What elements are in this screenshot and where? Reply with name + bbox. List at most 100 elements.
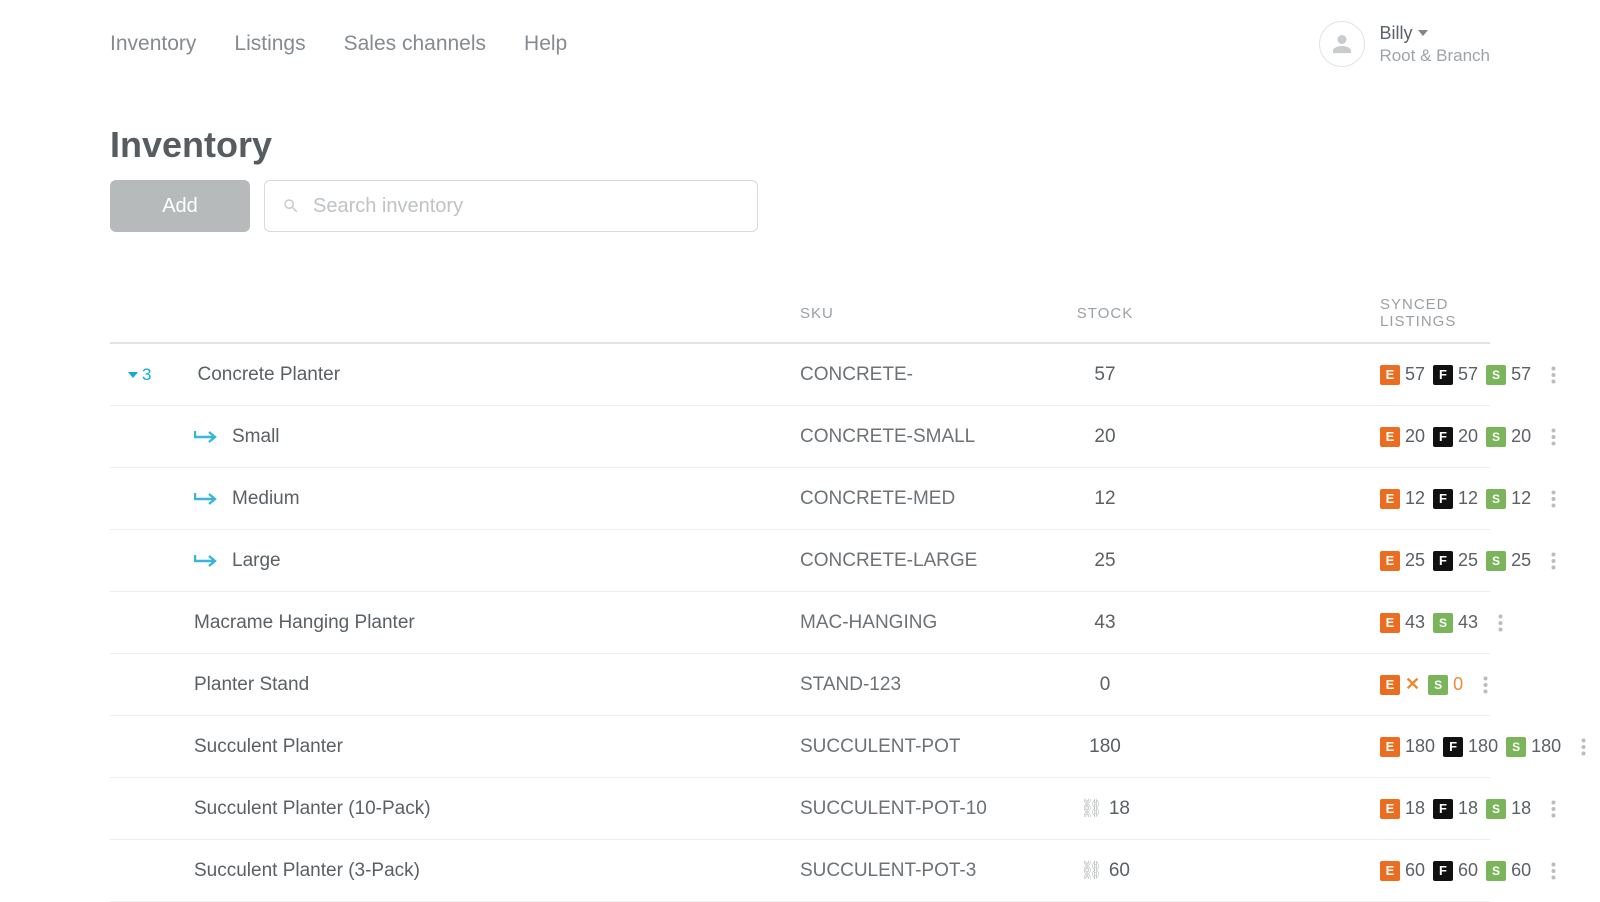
etsy-icon: E (1380, 427, 1400, 447)
channel-value: 20 (1458, 426, 1478, 447)
item-stock: 57 (1050, 364, 1160, 386)
channel-etsy[interactable]: E60 (1380, 860, 1425, 881)
item-name: Succulent Planter (194, 736, 343, 758)
channel-value: 180 (1531, 736, 1561, 757)
user-menu[interactable]: Billy Root & Branch (1319, 21, 1490, 67)
channel-shopify[interactable]: S20 (1486, 426, 1531, 447)
channel-value: 12 (1405, 488, 1425, 509)
channel-f[interactable]: F180 (1443, 736, 1498, 757)
synced-listings: E60F60S60 (1380, 860, 1531, 881)
channel-shopify[interactable]: S57 (1486, 364, 1531, 385)
add-button[interactable]: Add (110, 180, 250, 232)
shopify-icon: S (1486, 427, 1506, 447)
table-row[interactable]: Succulent Planter (10-Pack)SUCCULENT-POT… (110, 778, 1490, 840)
item-stock: ⛓18 (1050, 798, 1160, 820)
nav-inventory[interactable]: Inventory (110, 32, 196, 56)
top-nav: Inventory Listings Sales channels Help B… (110, 0, 1490, 70)
channel-value: 20 (1405, 426, 1425, 447)
etsy-icon: E (1380, 613, 1400, 633)
channel-etsy[interactable]: E20 (1380, 426, 1425, 447)
row-actions-menu[interactable] (1571, 735, 1595, 759)
row-actions-menu[interactable] (1473, 673, 1497, 697)
channel-etsy[interactable]: E180 (1380, 736, 1435, 757)
channel-f[interactable]: F18 (1433, 798, 1478, 819)
item-sku: MAC-HANGING (800, 612, 1050, 634)
channel-value: 57 (1511, 364, 1531, 385)
channel-etsy[interactable]: E✕ (1380, 674, 1420, 695)
table-row[interactable]: LargeCONCRETE-LARGE25E25F25S25 (110, 530, 1490, 592)
channel-shopify[interactable]: S180 (1506, 736, 1561, 757)
channel-value: 60 (1405, 860, 1425, 881)
channel-f[interactable]: F57 (1433, 364, 1478, 385)
expand-toggle[interactable]: 3 (128, 365, 151, 385)
item-name: Planter Stand (194, 674, 309, 696)
etsy-icon: E (1380, 365, 1400, 385)
item-stock: 25 (1050, 550, 1160, 572)
channel-value: 12 (1511, 488, 1531, 509)
shopify-icon: S (1428, 675, 1448, 695)
synced-listings: E25F25S25 (1380, 550, 1531, 571)
table-row[interactable]: Planter StandSTAND-1230E✕S0 (110, 654, 1490, 716)
table-row[interactable]: Macrame Hanging PlanterMAC-HANGING43E43S… (110, 592, 1490, 654)
item-name: Succulent Planter (3-Pack) (194, 860, 420, 882)
f-icon: F (1433, 551, 1453, 571)
channel-shopify[interactable]: S25 (1486, 550, 1531, 571)
channel-shopify[interactable]: S0 (1428, 674, 1463, 695)
item-stock: 20 (1050, 426, 1160, 448)
item-stock: 12 (1050, 488, 1160, 510)
channel-value: 25 (1458, 550, 1478, 571)
channel-etsy[interactable]: E12 (1380, 488, 1425, 509)
nav-items: Inventory Listings Sales channels Help (110, 32, 567, 56)
row-actions-menu[interactable] (1541, 487, 1565, 511)
channel-value: 43 (1405, 612, 1425, 633)
shopify-icon: S (1486, 365, 1506, 385)
row-actions-menu[interactable] (1541, 549, 1565, 573)
channel-value: 18 (1511, 798, 1531, 819)
search-input[interactable] (264, 180, 758, 232)
shopify-icon: S (1486, 551, 1506, 571)
channel-value: 25 (1405, 550, 1425, 571)
item-name: Large (232, 550, 281, 572)
synced-listings: E✕ S0 (1380, 674, 1463, 695)
channel-etsy[interactable]: E18 (1380, 798, 1425, 819)
f-icon: F (1433, 365, 1453, 385)
row-actions-menu[interactable] (1541, 425, 1565, 449)
chevron-down-icon (1418, 28, 1428, 38)
channel-value: 18 (1405, 798, 1425, 819)
item-stock: ⛓60 (1050, 860, 1160, 882)
channel-etsy[interactable]: E57 (1380, 364, 1425, 385)
nav-sales-channels[interactable]: Sales channels (344, 32, 486, 56)
table-row[interactable]: Succulent PlanterSUCCULENT-POT180E180F18… (110, 716, 1490, 778)
table-row[interactable]: SmallCONCRETE-SMALL20E20F20S20 (110, 406, 1490, 468)
item-sku: CONCRETE-SMALL (800, 426, 1050, 448)
etsy-icon: E (1380, 551, 1400, 571)
etsy-icon: E (1380, 489, 1400, 509)
toolbar: Add (110, 180, 1490, 232)
item-stock: 43 (1050, 612, 1160, 634)
nav-help[interactable]: Help (524, 32, 567, 56)
channel-f[interactable]: F25 (1433, 550, 1478, 571)
channel-f[interactable]: F12 (1433, 488, 1478, 509)
search-icon (282, 197, 300, 215)
nav-listings[interactable]: Listings (234, 32, 305, 56)
channel-shopify[interactable]: S12 (1486, 488, 1531, 509)
channel-etsy[interactable]: E25 (1380, 550, 1425, 571)
row-actions-menu[interactable] (1488, 611, 1512, 635)
channel-shopify[interactable]: S18 (1486, 798, 1531, 819)
table-row[interactable]: Succulent Planter (3-Pack)SUCCULENT-POT-… (110, 840, 1490, 902)
item-name: Succulent Planter (10-Pack) (194, 798, 431, 820)
item-sku: CONCRETE- (800, 364, 1050, 386)
channel-etsy[interactable]: E43 (1380, 612, 1425, 633)
channel-value: ✕ (1405, 674, 1420, 695)
channel-f[interactable]: F20 (1433, 426, 1478, 447)
channel-f[interactable]: F60 (1433, 860, 1478, 881)
row-actions-menu[interactable] (1541, 859, 1565, 883)
row-actions-menu[interactable] (1541, 363, 1565, 387)
table-row[interactable]: MediumCONCRETE-MED12E12F12S12 (110, 468, 1490, 530)
channel-shopify[interactable]: S60 (1486, 860, 1531, 881)
f-icon: F (1433, 861, 1453, 881)
row-actions-menu[interactable] (1541, 797, 1565, 821)
table-row[interactable]: 3Concrete PlanterCONCRETE-57E57F57S57 (110, 344, 1490, 406)
f-icon: F (1443, 737, 1463, 757)
channel-shopify[interactable]: S43 (1433, 612, 1478, 633)
